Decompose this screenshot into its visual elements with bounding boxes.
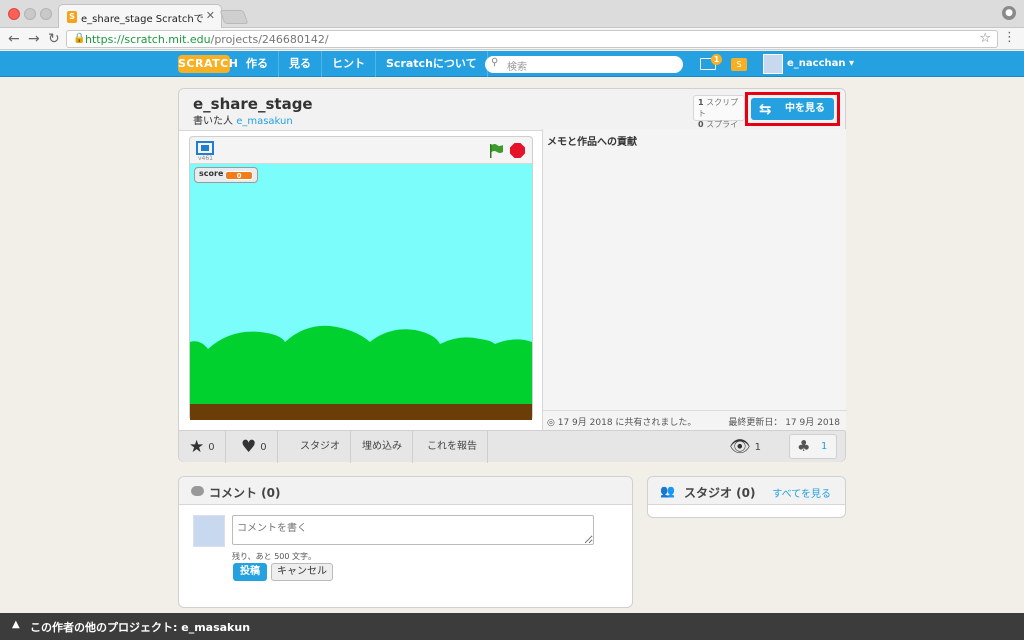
favorite-button[interactable]: ★ 0	[179, 431, 226, 463]
project-counts: 1 スクリプト 0 スプライト	[693, 95, 745, 140]
score-value: 0	[225, 171, 253, 180]
nav-tips[interactable]: ヒント	[322, 51, 376, 77]
post-comment-button[interactable]: 投稿	[233, 563, 267, 581]
project-author: 書いた人 e_masakun	[193, 116, 293, 127]
search-icon: ⚲	[491, 57, 499, 68]
love-button[interactable]: ♥ 0	[231, 431, 278, 463]
green-flag-icon[interactable]	[488, 143, 504, 159]
scratch-navbar: SCRATCH 作る 見る ヒント Scratchについて ⚲ 検索 1 S e…	[0, 51, 1024, 77]
see-all-studios-link[interactable]: すべてを見る	[772, 485, 831, 500]
username-menu[interactable]: e_nacchan ▾	[787, 51, 854, 77]
search-input[interactable]: ⚲ 検索	[485, 56, 683, 73]
address-bar: ← → ↻ 🔒 https://scratch.mit.edu/projects…	[0, 28, 1024, 50]
project-header: e_share_stage 書いた人 e_masakun 1 スクリプト 0 ス…	[179, 89, 845, 140]
comments-header: コメント (0)	[179, 477, 632, 505]
search-placeholder: 検索	[507, 62, 527, 73]
commenter-avatar	[193, 515, 225, 547]
notes-panel: メモと作品への貢献 ◎ 17 9月 2018 に共有されました。 最終更新日： …	[542, 129, 847, 431]
remix-tree-button[interactable]: ♣ 1	[789, 434, 837, 459]
url-field[interactable]: 🔒 https://scratch.mit.edu/projects/24668…	[66, 30, 998, 48]
other-projects-bar[interactable]: ▲ この作者の他のプロジェクト: e_masakun	[0, 613, 1024, 640]
forward-arrow-icon[interactable]: →	[28, 30, 40, 48]
cancel-comment-button[interactable]: キャンセル	[271, 563, 333, 581]
messages-badge: 1	[711, 54, 722, 65]
player-controls: v461	[190, 137, 532, 164]
report-button[interactable]: これを報告	[417, 431, 488, 463]
browser-menu-icon[interactable]: ⋮	[1003, 30, 1016, 45]
heart-icon: ♥	[241, 437, 257, 457]
comment-bubble-icon	[191, 486, 204, 496]
nav-create[interactable]: 作る	[236, 51, 279, 77]
tab-title: e_share_stage Scratchで作成	[81, 14, 203, 25]
browser-tab-bar: S e_share_stage Scratchで作成 ✕ ●	[0, 0, 1024, 29]
score-variable-monitor: score 0	[194, 167, 258, 183]
author-link[interactable]: e_masakun	[236, 116, 293, 127]
new-tab-button[interactable]	[219, 10, 249, 24]
studios-title: スタジオ (0)	[684, 486, 756, 500]
shared-date: ◎ 17 9月 2018 に共有されました。	[547, 418, 697, 428]
add-to-studio-button[interactable]: スタジオ	[290, 431, 351, 463]
url-text: https://scratch.mit.edu/projects/2466801…	[85, 33, 329, 46]
stop-sign-icon[interactable]	[510, 143, 525, 158]
notes-title: メモと作品への貢献	[547, 137, 637, 148]
notes-divider	[543, 410, 847, 411]
nav-explore[interactable]: 見る	[279, 51, 322, 77]
comment-textarea[interactable]	[232, 515, 594, 545]
browser-profile-icon[interactable]: ●	[1002, 6, 1016, 20]
player-version: v461	[198, 155, 214, 162]
nav-about[interactable]: Scratchについて	[376, 51, 488, 77]
reload-icon[interactable]: ↻	[48, 30, 60, 48]
share-icon: ◎	[547, 418, 555, 428]
close-tab-icon[interactable]: ✕	[206, 9, 215, 22]
bookmark-star-icon[interactable]: ☆	[979, 31, 991, 46]
back-arrow-icon[interactable]: ←	[8, 30, 20, 48]
tree-icon: ♣	[797, 437, 811, 455]
project-stats-bar: ★ 0 ♥ 0 スタジオ 埋め込み これを報告 👁 1 ♣ 1	[179, 430, 845, 463]
comments-title: コメント (0)	[209, 486, 281, 500]
views-count: 👁 1	[729, 437, 761, 457]
project-panel: e_share_stage 書いた人 e_masakun 1 スクリプト 0 ス…	[178, 88, 847, 463]
user-avatar[interactable]	[763, 54, 783, 74]
people-icon: 👥	[660, 484, 675, 498]
project-title: e_share_stage	[193, 95, 313, 113]
see-inside-highlight: ⇆ 中を見る	[745, 92, 840, 126]
project-player: v461 score 0	[189, 136, 533, 420]
scratch-logo[interactable]: SCRATCH	[178, 55, 238, 73]
embed-button[interactable]: 埋め込み	[352, 431, 413, 463]
stage[interactable]: score 0	[190, 164, 532, 420]
expand-up-icon: ▲	[12, 619, 20, 630]
minimize-window-button[interactable]	[24, 8, 36, 20]
lock-icon: 🔒	[73, 33, 86, 44]
star-icon: ★	[189, 437, 205, 457]
browser-tab[interactable]: S e_share_stage Scratchで作成 ✕	[58, 4, 222, 29]
chars-remaining: 残り、あと 500 文字。	[232, 552, 317, 561]
remix-arrows-icon: ⇆	[759, 100, 772, 118]
zoom-window-button[interactable]	[40, 8, 52, 20]
stage-backdrop	[190, 325, 532, 420]
comments-panel: コメント (0) 残り、あと 500 文字。 投稿 キャンセル	[178, 476, 633, 608]
fullscreen-icon[interactable]	[196, 141, 214, 155]
studios-panel: 👥 スタジオ (0) すべてを見る	[647, 476, 846, 518]
my-stuff-icon[interactable]: S	[731, 58, 747, 71]
other-projects-label: この作者の他のプロジェクト: e_masakun	[30, 621, 251, 634]
see-inside-button[interactable]: ⇆ 中を見る	[751, 98, 834, 120]
studios-header: 👥 スタジオ (0) すべてを見る	[648, 477, 845, 505]
scratch-favicon-icon: S	[67, 11, 77, 23]
modified-date: 最終更新日： 17 9月 2018	[728, 418, 840, 428]
close-window-button[interactable]	[8, 8, 20, 20]
eye-icon: 👁	[729, 437, 751, 457]
